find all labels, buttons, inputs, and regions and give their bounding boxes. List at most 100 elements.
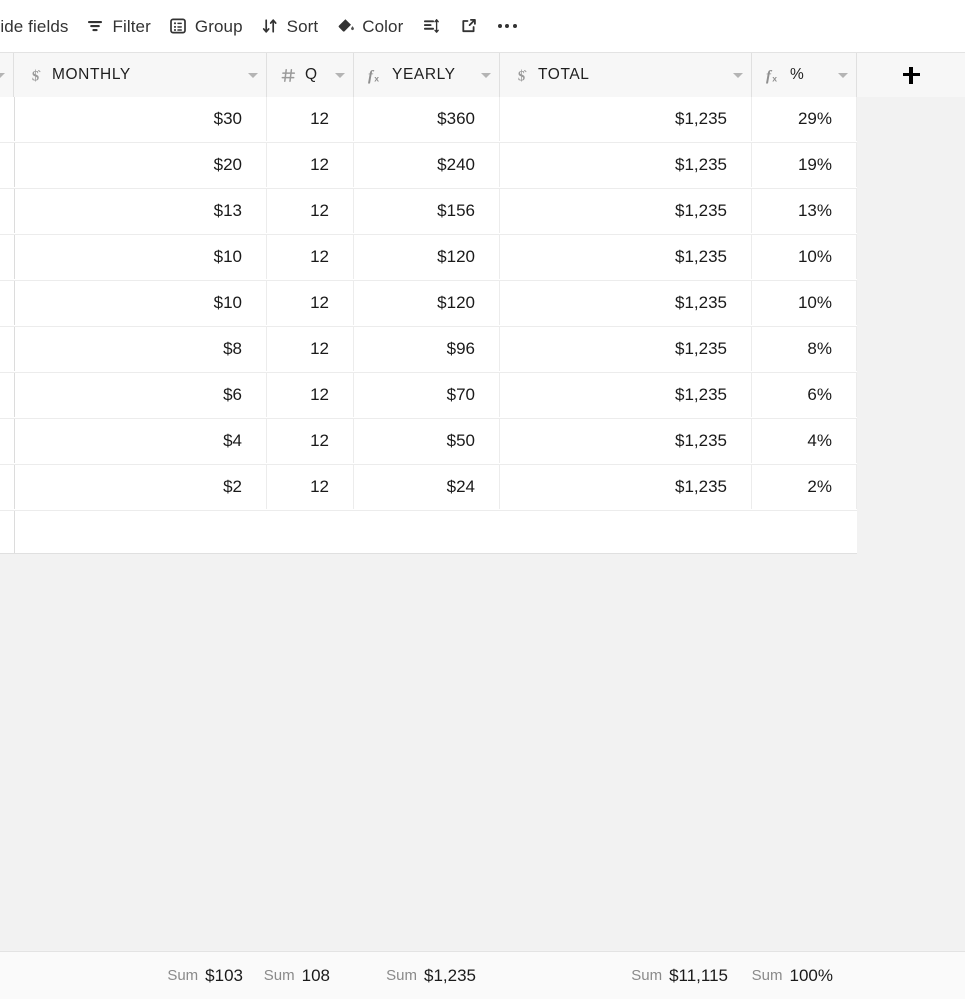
svg-text:$: $ — [517, 68, 524, 84]
cell-percent[interactable]: 2% — [752, 465, 857, 509]
cell-total[interactable]: $1,235 — [500, 97, 752, 141]
add-record-row[interactable] — [0, 511, 857, 554]
cell-yearly[interactable]: $96 — [354, 327, 500, 371]
cell-monthly[interactable]: $6 — [14, 373, 267, 417]
color-button[interactable]: Color — [327, 10, 412, 42]
hide-fields-label: Hide fields — [0, 16, 69, 36]
cell-percent[interactable]: 29% — [752, 97, 857, 141]
cell-total[interactable]: $1,235 — [500, 327, 752, 371]
chevron-down-icon[interactable] — [481, 72, 491, 78]
cell-total[interactable]: $1,235 — [500, 281, 752, 325]
summary-cell[interactable]: Sum $103 — [14, 952, 267, 999]
cell-monthly[interactable]: $2 — [14, 465, 267, 509]
column-name: TOTAL — [538, 66, 590, 83]
cell-yearly[interactable]: $120 — [354, 281, 500, 325]
more-options-icon — [497, 17, 517, 35]
summary-label: Sum — [263, 967, 295, 984]
summary-value: $1,235 — [424, 965, 476, 985]
table-row[interactable]: $4 12 $50 $1,235 4% — [0, 419, 857, 465]
more-options-button[interactable] — [488, 10, 526, 42]
group-button[interactable]: Group — [160, 10, 252, 42]
share-export-button[interactable] — [450, 10, 488, 42]
table-row[interactable]: $13 12 $156 $1,235 13% — [0, 189, 857, 235]
summary-value: 100% — [789, 965, 833, 985]
column-header-percent[interactable]: fx % — [752, 53, 857, 97]
chevron-down-icon[interactable] — [838, 72, 848, 78]
cell-q[interactable]: 12 — [267, 373, 354, 417]
cell-monthly[interactable]: $30 — [14, 97, 267, 141]
cell-percent[interactable]: 13% — [752, 189, 857, 233]
column-name: YEARLY — [392, 66, 456, 83]
filter-button[interactable]: Filter — [77, 10, 159, 42]
cell-percent[interactable]: 10% — [752, 281, 857, 325]
summary-label: Sum — [631, 967, 663, 984]
cell-q[interactable]: 12 — [267, 97, 354, 141]
row-height-button[interactable] — [412, 10, 450, 42]
column-header-clipped[interactable] — [0, 53, 14, 97]
table-row[interactable]: $8 12 $96 $1,235 8% — [0, 327, 857, 373]
hide-fields-button[interactable]: Hide fields — [0, 10, 77, 42]
summary-label: Sum — [751, 967, 783, 984]
summary-value: 108 — [301, 965, 330, 985]
cell-monthly[interactable]: $4 — [14, 419, 267, 463]
cell-monthly[interactable]: $13 — [14, 189, 267, 233]
summary-cell[interactable]: Sum $11,115 — [500, 952, 752, 999]
cell-total[interactable]: $1,235 — [500, 189, 752, 233]
cell-yearly[interactable]: $50 — [354, 419, 500, 463]
cell-monthly[interactable]: $8 — [14, 327, 267, 371]
table-row[interactable]: $30 12 $360 $1,235 29% — [0, 97, 857, 143]
table-row[interactable]: $10 12 $120 $1,235 10% — [0, 235, 857, 281]
table-row[interactable]: $6 12 $70 $1,235 6% — [0, 373, 857, 419]
cell-q[interactable]: 12 — [267, 189, 354, 233]
column-header-q[interactable]: Q — [267, 53, 354, 97]
cell-total[interactable]: $1,235 — [500, 235, 752, 279]
cell-q[interactable]: 12 — [267, 143, 354, 187]
cell-monthly[interactable]: $20 — [14, 143, 267, 187]
cell-q[interactable]: 12 — [267, 281, 354, 325]
cell-yearly[interactable]: $24 — [354, 465, 500, 509]
column-header-monthly[interactable]: $ MONTHLY — [14, 53, 267, 97]
table-row[interactable]: $10 12 $120 $1,235 10% — [0, 281, 857, 327]
chevron-down-icon[interactable] — [733, 72, 743, 78]
share-export-icon — [460, 17, 478, 35]
cell-monthly[interactable]: $10 — [14, 281, 267, 325]
cell-percent[interactable]: 6% — [752, 373, 857, 417]
summary-cell[interactable]: Sum 108 — [263, 952, 354, 999]
cell-q[interactable]: 12 — [267, 419, 354, 463]
cell-yearly[interactable]: $156 — [354, 189, 500, 233]
sort-button[interactable]: Sort — [252, 10, 328, 42]
add-field-button[interactable] — [857, 53, 965, 97]
cell-yearly[interactable]: $360 — [354, 97, 500, 141]
cell-q[interactable]: 12 — [267, 327, 354, 371]
cell-total[interactable]: $1,235 — [500, 373, 752, 417]
cell-percent[interactable]: 8% — [752, 327, 857, 371]
cell-percent[interactable]: 4% — [752, 419, 857, 463]
column-header-yearly[interactable]: fx YEARLY — [354, 53, 500, 97]
currency-icon: $ — [511, 67, 531, 84]
column-header-total[interactable]: $ TOTAL — [500, 53, 752, 97]
chevron-down-icon[interactable] — [0, 72, 5, 78]
summary-cell[interactable]: Sum 100% — [752, 952, 857, 999]
cell-yearly[interactable]: $240 — [354, 143, 500, 187]
summary-cell[interactable]: Sum $1,235 — [354, 952, 500, 999]
grid-rows: $30 12 $360 $1,235 29% $20 12 $240 $1,235 19% $13 1… — [0, 97, 857, 554]
cell-total[interactable]: $1,235 — [500, 143, 752, 187]
cell-percent[interactable]: 19% — [752, 143, 857, 187]
cell-q[interactable]: 12 — [267, 235, 354, 279]
sort-icon — [261, 17, 279, 35]
row-height-icon — [422, 17, 440, 35]
table-row[interactable]: $2 12 $24 $1,235 2% — [0, 465, 857, 511]
cell-yearly[interactable]: $70 — [354, 373, 500, 417]
chevron-down-icon[interactable] — [248, 72, 258, 78]
column-name: Q — [305, 66, 318, 83]
cell-q[interactable]: 12 — [267, 465, 354, 509]
group-icon — [169, 17, 187, 35]
cell-total[interactable]: $1,235 — [500, 419, 752, 463]
cell-yearly[interactable]: $120 — [354, 235, 500, 279]
chevron-down-icon[interactable] — [335, 72, 345, 78]
cell-percent[interactable]: 10% — [752, 235, 857, 279]
number-icon — [278, 67, 298, 84]
cell-total[interactable]: $1,235 — [500, 465, 752, 509]
cell-monthly[interactable]: $10 — [14, 235, 267, 279]
table-row[interactable]: $20 12 $240 $1,235 19% — [0, 143, 857, 189]
